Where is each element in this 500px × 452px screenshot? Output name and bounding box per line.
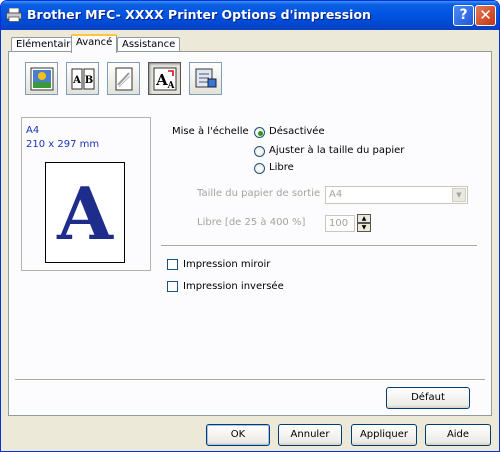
free-scale-value: 100 xyxy=(329,218,349,229)
help-title-button[interactable]: ? xyxy=(453,5,474,26)
apply-button[interactable]: Appliquer xyxy=(351,424,417,446)
reverse-print-checkbox[interactable] xyxy=(167,281,178,292)
paper-preview: A xyxy=(45,162,125,263)
free-scale-input[interactable]: 100 xyxy=(325,215,355,232)
radio-ajuster-label[interactable]: Ajuster à la taille du papier xyxy=(269,145,404,156)
radio-libre[interactable] xyxy=(254,163,265,174)
bottom-divider xyxy=(15,379,485,381)
help-button[interactable]: Aide xyxy=(425,424,491,446)
device-options-button[interactable] xyxy=(189,62,222,95)
watermark-icon xyxy=(115,67,133,91)
output-paper-select[interactable]: A4 ▼ xyxy=(325,186,468,204)
scaling-button[interactable]: A A xyxy=(148,62,181,95)
scaling-label: Mise à l'échelle xyxy=(172,126,249,137)
watermark-button[interactable] xyxy=(107,62,140,95)
color-quality-icon xyxy=(30,67,54,91)
default-button[interactable]: Défaut xyxy=(386,387,470,409)
mirror-print-checkbox[interactable] xyxy=(167,259,178,270)
scaling-icon: A A xyxy=(153,67,177,91)
radio-desactivee-label[interactable]: Désactivée xyxy=(269,126,325,137)
section-divider xyxy=(161,245,477,247)
tab-avance[interactable]: Avancé xyxy=(71,34,118,53)
chevron-down-icon[interactable]: ▼ xyxy=(452,188,466,202)
cancel-button[interactable]: Annuler xyxy=(278,424,342,446)
window-title: Brother MFC- XXXX Printer Options d'impr… xyxy=(27,7,371,22)
duplex-button[interactable]: A B xyxy=(66,62,99,95)
color-quality-button[interactable] xyxy=(25,62,58,95)
close-button[interactable]: ✕ xyxy=(475,5,496,26)
ok-button[interactable]: OK xyxy=(206,424,270,446)
svg-text:B: B xyxy=(85,75,93,86)
reverse-print-label[interactable]: Impression inversée xyxy=(183,281,284,292)
output-paper-label: Taille du papier de sortie xyxy=(197,188,321,199)
title-bar: Brother MFC- XXXX Printer Options d'impr… xyxy=(1,1,499,30)
radio-libre-label[interactable]: Libre xyxy=(269,162,294,173)
device-options-icon xyxy=(195,68,217,88)
tab-assistance[interactable]: Assistance xyxy=(117,37,181,52)
svg-text:A: A xyxy=(72,75,81,86)
page-preview: A4 210 x 297 mm A xyxy=(21,117,151,271)
paper-dimensions-label: 210 x 297 mm xyxy=(26,139,100,150)
spin-down-icon[interactable]: ▼ xyxy=(357,223,371,232)
mirror-print-label[interactable]: Impression miroir xyxy=(183,259,270,270)
svg-text:A: A xyxy=(155,71,168,89)
duplex-ab-icon: A B xyxy=(71,68,95,90)
radio-desactivee[interactable] xyxy=(254,127,265,138)
free-scale-spinner[interactable]: ▲ ▼ xyxy=(357,214,371,233)
svg-text:A: A xyxy=(167,81,176,91)
printer-options-dialog: Brother MFC- XXXX Printer Options d'impr… xyxy=(0,0,500,452)
output-paper-value: A4 xyxy=(329,189,343,200)
preview-letter: A xyxy=(57,171,113,256)
free-scale-label: Libre [de 25 à 400 %] xyxy=(197,217,306,228)
printer-icon xyxy=(6,8,22,22)
paper-size-label: A4 xyxy=(26,125,40,136)
spin-up-icon[interactable]: ▲ xyxy=(357,214,371,223)
radio-ajuster[interactable] xyxy=(254,146,265,157)
